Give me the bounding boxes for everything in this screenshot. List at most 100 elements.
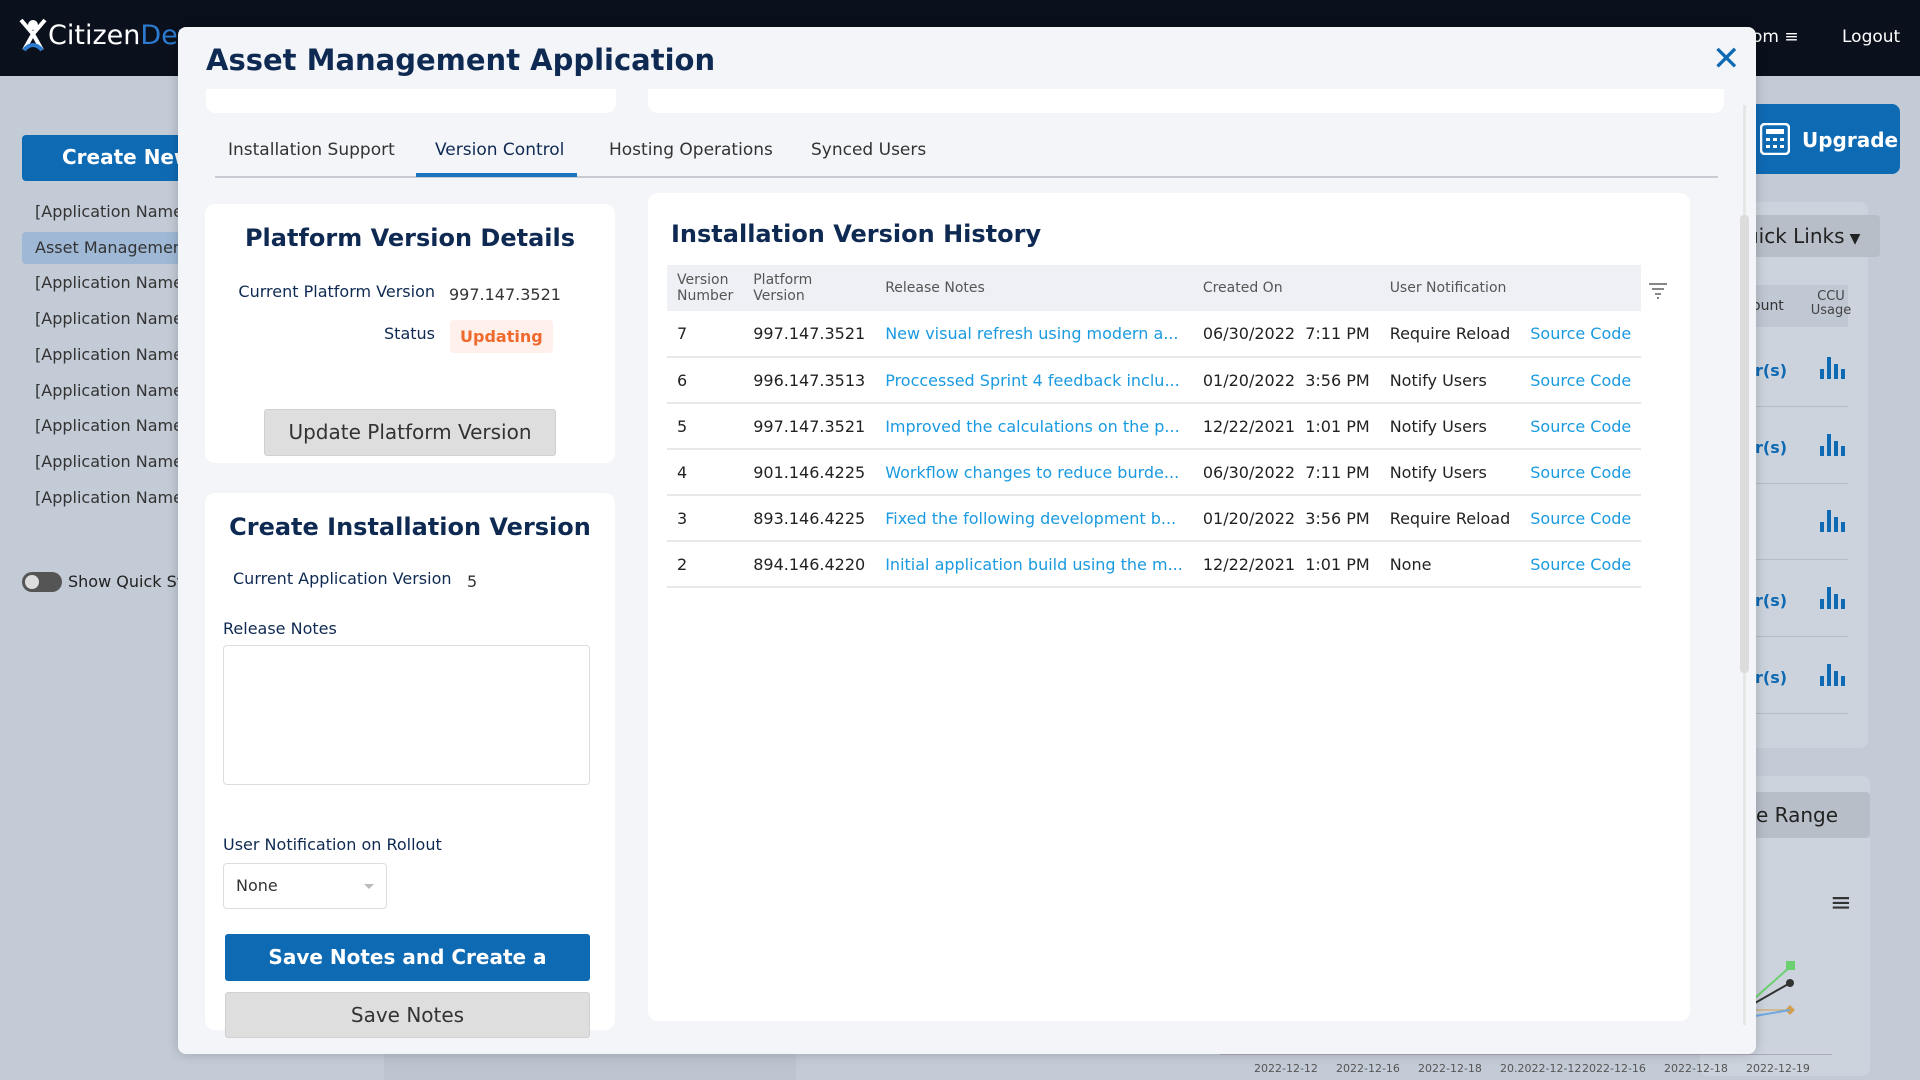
user-notification-select[interactable]: None: [223, 863, 387, 909]
platform-version-cell: 997.147.3521: [743, 403, 876, 450]
chart-x-tick: 2022-12-16: [1582, 1062, 1646, 1075]
save-and-create-version-button[interactable]: Save Notes and Create a Version: [225, 934, 590, 1016]
version-cell: 7: [667, 311, 744, 358]
bg-panel-bottom: [384, 1054, 796, 1080]
chart-axis: [1220, 1054, 1832, 1055]
chart-x-tick: 2022-12-18: [1418, 1062, 1482, 1075]
asset-management-modal: Asset Management Application ✕ Installat…: [178, 27, 1756, 1054]
current-app-version-value: 5: [467, 572, 478, 591]
version-cell: 4: [667, 449, 744, 496]
nav-menu-label: om: [1752, 27, 1779, 47]
created-on-cell: 01/20/2022 3:56 PM: [1192, 495, 1380, 542]
top-card-left: [206, 89, 616, 113]
release-notes-label: Release Notes: [223, 619, 337, 638]
chart-x-tick: 2022-12-19: [1746, 1062, 1810, 1075]
history-title: Installation Version History: [671, 220, 1042, 248]
ccu-usage-icon[interactable]: [1820, 506, 1846, 532]
version-history-table: Version Number Platform Version Release No…: [667, 265, 1642, 588]
platform-version-cell: 996.147.3513: [743, 357, 876, 404]
upgrade-button[interactable]: Upgrade: [1740, 104, 1900, 174]
user-count-link[interactable]: r(s): [1755, 438, 1787, 457]
release-notes-link[interactable]: Improved the calculations on the p...: [875, 403, 1193, 450]
chart-lines: [1755, 961, 1795, 1017]
upgrade-label: Upgrade: [1802, 128, 1899, 152]
column-header: Version Number: [667, 265, 744, 311]
release-notes-link[interactable]: Workflow changes to reduce burde...: [875, 449, 1193, 496]
table-row: 3 893.146.4225 Fixed the following develop…: [667, 495, 1642, 542]
version-cell: 5: [667, 403, 744, 450]
active-tab-indicator: [416, 173, 577, 177]
ccu-usage-icon[interactable]: [1820, 353, 1846, 379]
release-notes-link[interactable]: Initial application build using the m...: [875, 541, 1193, 588]
version-history-card: Installation Version History Version Num…: [648, 193, 1690, 1021]
current-platform-version-value: 997.147.3521: [449, 285, 561, 304]
user-count-link[interactable]: r(s): [1755, 591, 1787, 610]
platform-version-cell: 901.146.4225: [743, 449, 876, 496]
save-notes-button[interactable]: Save Notes: [225, 992, 590, 1038]
quick-stats-toggle[interactable]: [22, 572, 62, 592]
tab-hosting-operations[interactable]: Hosting Operations: [609, 140, 773, 160]
source-code-link[interactable]: Source Code: [1520, 311, 1642, 358]
user-notification-value: None: [236, 876, 278, 895]
current-app-version-label: Current Application Version: [233, 569, 452, 588]
user-notification-cell: Notify Users: [1379, 403, 1521, 450]
calculator-icon: [1760, 123, 1790, 155]
version-cell: 3: [667, 495, 744, 542]
user-count-link[interactable]: r(s): [1755, 668, 1787, 687]
user-notification-label: User Notification on Rollout: [223, 835, 442, 854]
version-cell: 6: [667, 357, 744, 404]
current-platform-version-label: Current Platform Version: [238, 282, 435, 301]
ccu-column-header: CCU Usage: [1810, 289, 1852, 318]
date-range-label: e Range: [1756, 803, 1839, 827]
logo-icon: [19, 18, 47, 52]
chart-x-tick: 20.2022-12-12: [1500, 1062, 1582, 1075]
source-code-link[interactable]: Source Code: [1520, 541, 1642, 588]
modal-title: Asset Management Application: [206, 43, 716, 77]
column-header: User Notification: [1379, 265, 1521, 311]
logout-link[interactable]: Logout: [1842, 27, 1900, 47]
platform-card-title: Platform Version Details: [244, 224, 576, 252]
platform-version-cell: 894.146.4220: [743, 541, 876, 588]
release-notes-link[interactable]: Fixed the following development b...: [875, 495, 1193, 542]
create-card-title: Create Installation Version: [229, 513, 591, 541]
table-row: 2 894.146.4220 Initial application build u…: [667, 541, 1642, 588]
ccu-usage-icon[interactable]: [1820, 430, 1846, 456]
chart-x-tick: 2022-12-18: [1664, 1062, 1728, 1075]
ccu-usage-icon[interactable]: [1820, 660, 1846, 686]
chart-x-tick: 2022-12-12: [1254, 1062, 1318, 1075]
tab-installation-support[interactable]: Installation Support: [228, 140, 395, 160]
nav-menu[interactable]: om ≡: [1752, 27, 1799, 47]
table-row: 7 997.147.3521 New visual refresh using mo…: [667, 311, 1642, 358]
ccu-usage-icon[interactable]: [1820, 583, 1846, 609]
count-column-header: ount: [1752, 298, 1784, 314]
source-code-link[interactable]: Source Code: [1520, 449, 1642, 496]
release-notes-link[interactable]: New visual refresh using modern a...: [875, 311, 1193, 358]
column-header: [1520, 265, 1642, 311]
top-card-right: [648, 89, 1724, 113]
create-installation-card: Create Installation Version Current Appl…: [205, 493, 615, 1038]
source-code-link[interactable]: Source Code: [1520, 403, 1642, 450]
release-notes-link[interactable]: Proccessed Sprint 4 feedback inclu...: [875, 357, 1193, 404]
chart-menu-icon[interactable]: ≡: [1830, 888, 1852, 918]
platform-version-card: Platform Version Details Current Platfor…: [205, 204, 615, 463]
release-notes-textarea[interactable]: [223, 645, 590, 785]
modal-scrollbar-thumb[interactable]: [1740, 215, 1749, 673]
logo-text: Citizen: [48, 19, 141, 51]
source-code-link[interactable]: Source Code: [1520, 357, 1642, 404]
user-count-link[interactable]: r(s): [1755, 361, 1787, 380]
source-code-link[interactable]: Source Code: [1520, 495, 1642, 542]
update-platform-version-button[interactable]: Update Platform Version: [264, 409, 556, 456]
chart-x-tick: 2022-12-16: [1336, 1062, 1400, 1075]
status-label: Status: [384, 324, 435, 343]
user-notification-cell: Notify Users: [1379, 449, 1521, 496]
logo[interactable]: Citizen Dev: [18, 18, 194, 52]
created-on-cell: 06/30/2022 7:11 PM: [1192, 311, 1380, 358]
table-row: 5 997.147.3521 Improved the calculations o…: [667, 403, 1642, 450]
close-icon[interactable]: ✕: [1712, 39, 1741, 79]
table-header-row: Version Number Platform Version Release No…: [667, 265, 1642, 311]
tab-synced-users[interactable]: Synced Users: [811, 140, 926, 160]
platform-version-cell: 997.147.3521: [743, 311, 876, 358]
tab-version-control[interactable]: Version Control: [435, 140, 564, 160]
status-badge: Updating: [450, 320, 553, 353]
filter-icon[interactable]: [1648, 281, 1668, 299]
